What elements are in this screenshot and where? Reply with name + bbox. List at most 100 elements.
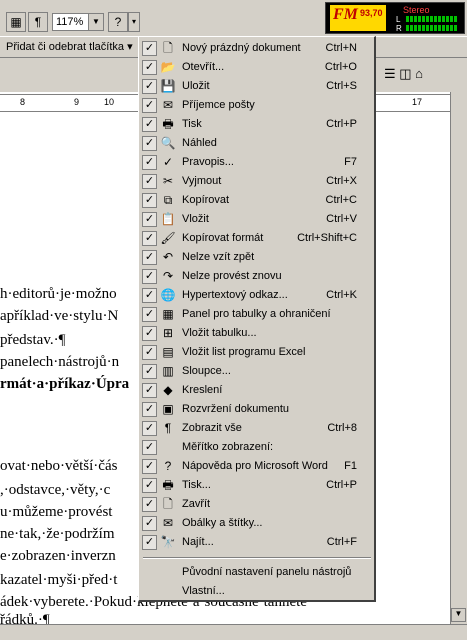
undo-icon: ↶ — [162, 250, 174, 264]
checkmark-icon[interactable]: ✓ — [142, 364, 157, 379]
checkmark-icon[interactable]: ✓ — [142, 269, 157, 284]
checkmark-icon[interactable]: ✓ — [142, 79, 157, 94]
reset-toolbar-item[interactable]: Původní nastavení panelu nástrojů — [141, 563, 373, 582]
menu-item-label: Kopírovat — [182, 194, 230, 206]
checkmark-icon[interactable]: ✓ — [142, 478, 157, 493]
checkmark-icon[interactable]: ✓ — [142, 212, 157, 227]
help-icon[interactable]: ? — [108, 12, 128, 32]
menu-item[interactable]: ✓ 📂 Otevřít... Ctrl+O — [141, 58, 373, 77]
menu-item[interactable]: ✓ ▦ Panel pro tabulky a ohraničení — [141, 305, 373, 324]
doc-line: ovat·nebo·větší·čás — [0, 458, 118, 474]
table-grid-icon[interactable]: ▦ — [6, 12, 26, 32]
doc-line: představ.·¶ — [0, 332, 66, 348]
menu-item[interactable]: ✓ ✉ Příjemce pošty — [141, 96, 373, 115]
menu-item[interactable]: ✓ ¶ Zobrazit vše Ctrl+8 — [141, 419, 373, 438]
menu-item-label: Otevřít... — [182, 61, 225, 73]
menu-item-label: Kopírovat formát — [182, 232, 264, 244]
menu-item[interactable]: ✓ ◆ Kreslení — [141, 381, 373, 400]
menu-item-label: Najít... — [182, 536, 214, 548]
format-painter-icon: 🖌 — [160, 231, 176, 245]
checkmark-icon[interactable]: ✓ — [142, 383, 157, 398]
menu-item-shortcut: Ctrl+N — [325, 42, 357, 54]
checkmark-icon[interactable]: ✓ — [142, 60, 157, 75]
checkmark-icon[interactable]: ✓ — [142, 326, 157, 341]
customize-item[interactable]: Vlastní... — [141, 582, 373, 601]
print-icon: 🖶 — [162, 478, 174, 492]
menu-item-label: Nelze provést znovu — [182, 270, 282, 282]
menu-item[interactable]: ✓ ▣ Rozvržení dokumentu — [141, 400, 373, 419]
menu-item-shortcut: Ctrl+S — [326, 80, 357, 92]
checkmark-icon[interactable]: ✓ — [142, 174, 157, 189]
checkmark-icon[interactable]: ✓ — [142, 307, 157, 322]
envelope-icon: ✉ — [162, 516, 174, 530]
checkmark-icon[interactable]: ✓ — [142, 421, 157, 436]
menu-item-shortcut: Ctrl+F — [326, 536, 357, 548]
radio-brand: FM — [333, 6, 358, 23]
checkmark-icon[interactable]: ✓ — [142, 250, 157, 265]
menu-item[interactable]: ✓? Nápověda pro Microsoft Word F1 — [141, 457, 373, 476]
menu-item[interactable]: ✓ ✓ Pravopis... F7 — [141, 153, 373, 172]
checkmark-icon[interactable]: ✓ — [142, 535, 157, 550]
checkmark-icon[interactable]: ✓ — [142, 402, 157, 417]
columns-icon: ▥ — [162, 364, 174, 378]
checkmark-icon[interactable]: ✓ — [142, 459, 157, 474]
menu-item[interactable]: ✓ 🔭 Najít... Ctrl+F — [141, 533, 373, 552]
menu-item[interactable]: ✓ ▤ Vložit list programu Excel — [141, 343, 373, 362]
print-preview-icon: 🔍 — [160, 136, 176, 150]
menu-item[interactable]: ✓ 🖌 Kopírovat formát Ctrl+Shift+C — [141, 229, 373, 248]
document-map-icon: ▣ — [162, 402, 174, 416]
formatting-buttons[interactable]: ☰ ◫ ⌂ — [384, 66, 444, 84]
menu-item-label: Vložit — [182, 213, 209, 225]
checkmark-icon[interactable]: ✓ — [142, 193, 157, 208]
checkmark-icon[interactable]: ✓ — [142, 41, 157, 56]
checkmark-icon[interactable]: ✓ — [142, 345, 157, 360]
radio-logo: FM 93,70 — [330, 5, 386, 31]
menu-item[interactable]: ✓ ↶ Nelze vzít zpět — [141, 248, 373, 267]
menu-item-label: Obálky a štítky... — [182, 517, 263, 529]
checkmark-icon[interactable]: ✓ — [142, 231, 157, 246]
menu-item[interactable]: ✓ 🌐 Hypertextový odkaz... Ctrl+K — [141, 286, 373, 305]
menu-item-label: Zavřít — [182, 498, 211, 510]
menu-item[interactable]: ✓ Měřítko zobrazení: — [141, 438, 373, 457]
scroll-down-icon[interactable]: ▼ — [451, 608, 466, 622]
chevron-down-icon[interactable]: ▼ — [88, 14, 103, 30]
menu-item-label: Vložit tabulku... — [182, 327, 257, 339]
close-document-icon: 🗋 — [163, 497, 173, 511]
radio-right-label: R — [396, 24, 402, 33]
zoom-combo[interactable]: 117% ▼ — [52, 13, 104, 31]
menu-item[interactable]: ✓ ↷ Nelze provést znovu — [141, 267, 373, 286]
checkmark-icon[interactable]: ✓ — [142, 497, 157, 512]
menu-item[interactable]: ✓ ▥ Sloupce... — [141, 362, 373, 381]
horizontal-scrollbar[interactable] — [0, 624, 467, 640]
checkmark-icon[interactable]: ✓ — [142, 136, 157, 151]
menu-item[interactable]: ✓ 🗋 Nový prázdný dokument Ctrl+N — [141, 39, 373, 58]
add-remove-label: Přidat či odebrat tlačítka — [6, 41, 125, 53]
menu-item[interactable]: ✓ ⧉ Kopírovat Ctrl+C — [141, 191, 373, 210]
menu-item-shortcut: Ctrl+O — [324, 61, 357, 73]
menu-item[interactable]: ✓ 📋 Vložit Ctrl+V — [141, 210, 373, 229]
ruler-mark: 8 — [20, 97, 26, 107]
menu-item-label: Uložit — [182, 80, 210, 92]
menu-item[interactable]: ✓ 🗋 Zavřít — [141, 495, 373, 514]
menu-item[interactable]: ✓ 🖶 Tisk Ctrl+P — [141, 115, 373, 134]
menu-item[interactable]: ✓ ✂ Vyjmout Ctrl+X — [141, 172, 373, 191]
checkmark-icon[interactable]: ✓ — [142, 440, 157, 455]
menu-item[interactable]: ✓ 🖶 Tisk... Ctrl+P — [141, 476, 373, 495]
menu-item-shortcut: Ctrl+X — [326, 175, 357, 187]
checkmark-icon[interactable]: ✓ — [142, 155, 157, 170]
menu-item[interactable]: ✓ ✉ Obálky a štítky... — [141, 514, 373, 533]
redo-icon: ↷ — [162, 269, 174, 283]
menu-item-shortcut: F7 — [344, 156, 357, 168]
toolbar-options-chevron-icon[interactable]: ▾ — [128, 12, 140, 32]
menu-item[interactable]: ✓ ⊞ Vložit tabulku... — [141, 324, 373, 343]
menu-item[interactable]: ✓ 🔍 Náhled — [141, 134, 373, 153]
show-all-button[interactable]: ¶ — [28, 12, 48, 32]
menu-item[interactable]: ✓ 💾 Uložit Ctrl+S — [141, 77, 373, 96]
cut-scissors-icon: ✂ — [162, 174, 174, 188]
checkmark-icon[interactable]: ✓ — [142, 117, 157, 132]
checkmark-icon[interactable]: ✓ — [142, 516, 157, 531]
add-remove-buttons[interactable]: Přidat či odebrat tlačítka ▾ — [6, 40, 133, 53]
checkmark-icon[interactable]: ✓ — [142, 288, 157, 303]
vertical-scrollbar[interactable]: ▼ — [450, 92, 467, 624]
checkmark-icon[interactable]: ✓ — [142, 98, 157, 113]
